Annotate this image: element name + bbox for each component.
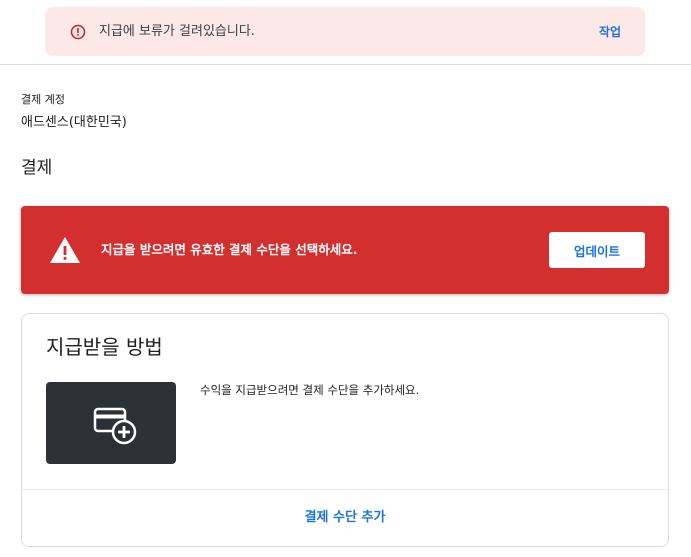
header-divider — [0, 64, 691, 65]
billing-account-label: 결제 계정 — [21, 93, 65, 106]
payment-method-warning-banner: 지급을 받으려면 유효한 결제 수단을 선택하세요. 업데이트 — [21, 206, 669, 294]
payment-method-card: 지급받을 방법 수익을 지급받으려면 결제 수단을 추가하세요. 결제 수단 추… — [21, 313, 669, 547]
payment-hold-alert: 지급에 보류가 걸려있습니다. 작업 — [45, 7, 645, 56]
warning-message: 지급을 받으려면 유효한 결제 수단을 선택하세요. — [101, 242, 358, 257]
payment-method-hint: 수익을 지급받으려면 결제 수단을 추가하세요. — [200, 383, 420, 397]
card-title: 지급받을 방법 — [46, 335, 163, 359]
add-payment-method-link[interactable]: 결제 수단 추가 — [22, 509, 668, 526]
alert-message: 지급에 보류가 걸려있습니다. — [99, 24, 255, 39]
alert-action-link[interactable]: 작업 — [599, 24, 621, 41]
error-outline-icon — [70, 24, 86, 40]
update-button[interactable]: 업데이트 — [549, 232, 645, 268]
page-title: 결제 — [21, 158, 53, 178]
warning-icon — [50, 237, 80, 263]
add-payment-method-tile[interactable] — [46, 382, 176, 464]
add-payment-card-icon — [93, 407, 137, 445]
card-divider — [22, 489, 668, 490]
billing-account-value: 애드센스(대한민국) — [21, 115, 127, 130]
